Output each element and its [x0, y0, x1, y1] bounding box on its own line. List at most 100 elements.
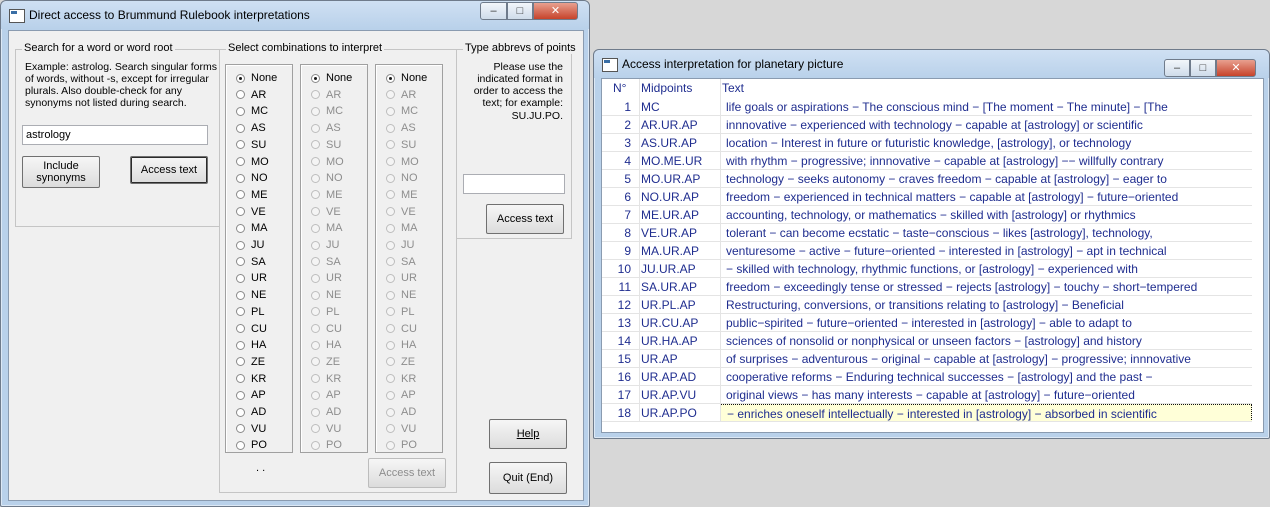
close-button[interactable]: ✕	[1216, 59, 1256, 77]
combo-2-option-me[interactable]: ME	[311, 188, 343, 202]
table-row[interactable]: 6 NO.UR.AP freedom − experienced in techni…	[602, 188, 1252, 206]
combo-2-option-sa[interactable]: SA	[311, 255, 341, 269]
table-row[interactable]: 2 AR.UR.AP innnovative − experienced with …	[602, 116, 1252, 134]
combo-2-option-ve[interactable]: VE	[311, 205, 341, 219]
combo-2-option-pl[interactable]: PL	[311, 305, 339, 319]
combo-2-option-ma[interactable]: MA	[311, 221, 343, 235]
combo-1-option-ju[interactable]: JU	[236, 238, 264, 252]
combo-1-option-mc[interactable]: MC	[236, 104, 268, 118]
combo-3-option-ne[interactable]: NE	[386, 288, 416, 302]
combo-1-option-pl[interactable]: PL	[236, 305, 264, 319]
search-input[interactable]: astrology	[22, 125, 208, 145]
maximize-button[interactable]: □	[507, 2, 533, 20]
combo-2-option-ha[interactable]: HA	[311, 338, 341, 352]
combo-3-option-as[interactable]: AS	[386, 121, 416, 135]
combo-3-option-ar[interactable]: AR	[386, 88, 416, 102]
combo-3-option-ap[interactable]: AP	[386, 388, 416, 402]
table-row[interactable]: 9 MA.UR.AP venturesome − active − future−o…	[602, 242, 1252, 260]
table-row[interactable]: 1 MC life goals or aspirations − The consc…	[602, 98, 1252, 116]
combo-2-option-su[interactable]: SU	[311, 138, 341, 152]
combo-2-option-vu[interactable]: VU	[311, 422, 341, 436]
close-button[interactable]: ✕	[533, 2, 578, 20]
combo-2-option-mc[interactable]: MC	[311, 104, 343, 118]
combo-2-option-as[interactable]: AS	[311, 121, 341, 135]
combo-1-option-no[interactable]: NO	[236, 171, 268, 185]
combo-2-option-po[interactable]: PO	[311, 438, 342, 452]
combo-2-option-none[interactable]: None	[311, 71, 352, 85]
combo-1-option-ap[interactable]: AP	[236, 388, 266, 402]
quit-button[interactable]: Quit (End)	[489, 462, 567, 494]
table-row[interactable]: 10 JU.UR.AP − skilled with technology, rh…	[602, 260, 1252, 278]
combo-2-option-ne[interactable]: NE	[311, 288, 341, 302]
combo-3-option-sa[interactable]: SA	[386, 255, 416, 269]
combo-2-option-ad[interactable]: AD	[311, 405, 341, 419]
combo-1-option-po[interactable]: PO	[236, 438, 267, 452]
table-row[interactable]: 17 UR.AP.VU original views − has many inte…	[602, 386, 1252, 404]
table-row[interactable]: 14 UR.HA.AP sciences of nonsolid or nonphy…	[602, 332, 1252, 350]
table-row[interactable]: 18 UR.AP.PO − enriches oneself intellectu…	[602, 404, 1252, 422]
combo-1-option-cu[interactable]: CU	[236, 322, 267, 336]
combo-3-option-kr[interactable]: KR	[386, 372, 416, 386]
combo-3-option-ur[interactable]: UR	[386, 271, 417, 285]
include-synonyms-button[interactable]: Include synonyms	[22, 156, 100, 188]
combo-2-option-ar[interactable]: AR	[311, 88, 341, 102]
combo-3-option-ve[interactable]: VE	[386, 205, 416, 219]
combo-2-option-ze[interactable]: ZE	[311, 355, 340, 369]
combo-3-option-mc[interactable]: MC	[386, 104, 418, 118]
table-row[interactable]: 16 UR.AP.AD cooperative reforms − Enduring…	[602, 368, 1252, 386]
combo-2-option-ju[interactable]: JU	[311, 238, 339, 252]
combo-3-option-ma[interactable]: MA	[386, 221, 418, 235]
combo-3-option-ju[interactable]: JU	[386, 238, 414, 252]
combo-2-option-cu[interactable]: CU	[311, 322, 342, 336]
combo-3-option-cu[interactable]: CU	[386, 322, 417, 336]
combo-3-option-none[interactable]: None	[386, 71, 427, 85]
combo-1-option-vu[interactable]: VU	[236, 422, 266, 436]
combo-3-option-ha[interactable]: HA	[386, 338, 416, 352]
combo-2-option-no[interactable]: NO	[311, 171, 343, 185]
combo-3-option-su[interactable]: SU	[386, 138, 416, 152]
combo-1-option-none[interactable]: None	[236, 71, 277, 85]
minimize-button[interactable]: ‒	[480, 2, 507, 20]
combo-1-option-as[interactable]: AS	[236, 121, 266, 135]
combo-2-option-mo[interactable]: MO	[311, 155, 344, 169]
table-row[interactable]: 12 UR.PL.AP Restructuring, conversions, or…	[602, 296, 1252, 314]
combo-1-option-me[interactable]: ME	[236, 188, 268, 202]
search-access-text-button[interactable]: Access text	[130, 156, 208, 184]
maximize-button[interactable]: □	[1190, 59, 1216, 77]
table-row[interactable]: 4 MO.ME.UR with rhythm − progressive; innn…	[602, 152, 1252, 170]
help-button[interactable]: Help	[489, 419, 567, 449]
combo-1-option-mo[interactable]: MO	[236, 155, 269, 169]
combo-1-option-ur[interactable]: UR	[236, 271, 267, 285]
combo-2-option-ap[interactable]: AP	[311, 388, 341, 402]
combo-1-option-su[interactable]: SU	[236, 138, 266, 152]
combo-1-option-ma[interactable]: MA	[236, 221, 268, 235]
table-row[interactable]: 8 VE.UR.AP tolerant − can become ecstatic …	[602, 224, 1252, 242]
table-row[interactable]: 11 SA.UR.AP freedom − exceedingly tense or…	[602, 278, 1252, 296]
combo-1-option-ve[interactable]: VE	[236, 205, 266, 219]
combo-1-option-ad[interactable]: AD	[236, 405, 266, 419]
combo-2-option-ur[interactable]: UR	[311, 271, 342, 285]
table-row[interactable]: 13 UR.CU.AP public−spirited − future−orien…	[602, 314, 1252, 332]
combo-access-text-button[interactable]: Access text	[368, 458, 446, 488]
interpretation-titlebar[interactable]: Access interpretation for planetary pict…	[594, 50, 1269, 78]
abbrev-input[interactable]	[463, 174, 565, 194]
table-row[interactable]: 3 AS.UR.AP location − Interest in future o…	[602, 134, 1252, 152]
rulebook-titlebar[interactable]: Direct access to Brummund Rulebook inter…	[1, 1, 589, 29]
table-row[interactable]: 15 UR.AP of surprises − adventurous − orig…	[602, 350, 1252, 368]
combo-1-option-ha[interactable]: HA	[236, 338, 266, 352]
combo-3-option-vu[interactable]: VU	[386, 422, 416, 436]
combo-1-option-kr[interactable]: KR	[236, 372, 266, 386]
minimize-button[interactable]: ‒	[1164, 59, 1190, 77]
combo-1-option-ze[interactable]: ZE	[236, 355, 265, 369]
combo-3-option-ze[interactable]: ZE	[386, 355, 415, 369]
table-row[interactable]: 5 MO.UR.AP technology − seeks autonomy − c…	[602, 170, 1252, 188]
combo-3-option-po[interactable]: PO	[386, 438, 417, 452]
combo-1-option-sa[interactable]: SA	[236, 255, 266, 269]
combo-3-option-no[interactable]: NO	[386, 171, 418, 185]
combo-3-option-pl[interactable]: PL	[386, 305, 414, 319]
combo-1-option-ar[interactable]: AR	[236, 88, 266, 102]
table-row[interactable]: 7 ME.UR.AP accounting, technology, or math…	[602, 206, 1252, 224]
combo-3-option-me[interactable]: ME	[386, 188, 418, 202]
abbrev-access-text-button[interactable]: Access text	[486, 204, 564, 234]
combo-2-option-kr[interactable]: KR	[311, 372, 341, 386]
